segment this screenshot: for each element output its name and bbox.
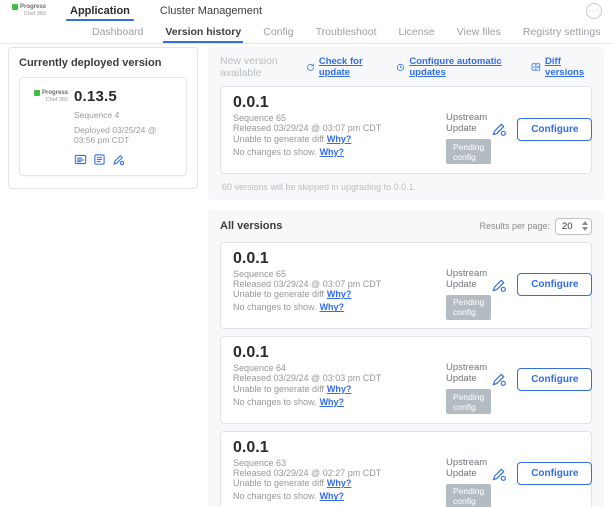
app-logo: Progress Chef 360 bbox=[10, 4, 46, 17]
changes-status-line: No changes to show.Why? bbox=[233, 491, 446, 501]
configure-button[interactable]: Configure bbox=[517, 273, 592, 296]
version-source-label: Upstream Update bbox=[446, 268, 491, 290]
version-released: Released 03/29/24 @ 02:27 pm CDT bbox=[233, 468, 446, 478]
all-versions-panel: All versions Results per page: 20 0.0.1 … bbox=[208, 210, 604, 507]
version-card: 0.0.1 Sequence 65 Released 03/29/24 @ 03… bbox=[220, 86, 592, 174]
subnav-version-history[interactable]: Version history bbox=[161, 21, 245, 43]
diff-why-link[interactable]: Why? bbox=[327, 134, 352, 144]
diff-status-line: Unable to generate diffWhy? bbox=[233, 384, 446, 394]
skip-versions-note: 60 versions will be skipped in upgrading… bbox=[220, 182, 592, 192]
changes-why-link[interactable]: Why? bbox=[320, 147, 345, 157]
version-card: 0.0.1 Sequence 63 Released 03/29/24 @ 02… bbox=[220, 431, 592, 507]
subnav-troubleshoot[interactable]: Troubleshoot bbox=[312, 21, 381, 43]
diff-why-link[interactable]: Why? bbox=[327, 289, 352, 299]
version-released: Released 03/29/24 @ 03:07 pm CDT bbox=[233, 279, 446, 289]
deployed-timestamp: Deployed 03/25/24 @ 03:56 pm CDT bbox=[74, 125, 176, 145]
results-per-page-select[interactable]: 20 bbox=[555, 218, 592, 235]
all-versions-list: 0.0.1 Sequence 65 Released 03/29/24 @ 03… bbox=[220, 242, 592, 507]
overflow-menu-button[interactable]: ··· bbox=[586, 3, 602, 19]
status-badge: Pending config bbox=[446, 139, 491, 164]
changes-status-line: No changes to show.Why? bbox=[233, 302, 446, 312]
version-sequence: Sequence 64 bbox=[233, 363, 446, 373]
ellipsis-icon: ··· bbox=[589, 6, 600, 15]
version-label: 0.0.1 bbox=[233, 344, 446, 361]
configure-button[interactable]: Configure bbox=[517, 462, 592, 485]
results-per-page-value: 20 bbox=[562, 221, 573, 232]
tab-application[interactable]: Application bbox=[66, 0, 134, 21]
status-badge: Pending config bbox=[446, 484, 491, 507]
deployed-version-card: Progress Chef 360 0.13.5 Sequence 4 Depl… bbox=[19, 77, 187, 176]
subnav-config[interactable]: Config bbox=[259, 21, 297, 43]
diff-why-link[interactable]: Why? bbox=[327, 478, 352, 488]
results-per-page: Results per page: 20 bbox=[479, 218, 592, 235]
configure-automatic-updates-link[interactable]: Configure automatic updates bbox=[396, 56, 517, 78]
new-version-card-slot: 0.0.1 Sequence 65 Released 03/29/24 @ 03… bbox=[220, 86, 592, 174]
changes-status-line: No changes to show.Why? bbox=[233, 397, 446, 407]
version-actions: Check for update Configure automatic upd… bbox=[306, 56, 592, 78]
results-per-page-label: Results per page: bbox=[479, 221, 550, 231]
changes-why-link[interactable]: Why? bbox=[320, 491, 345, 501]
changes-why-link[interactable]: Why? bbox=[320, 302, 345, 312]
edit-config-icon[interactable] bbox=[491, 121, 507, 137]
changes-status-line: No changes to show.Why? bbox=[233, 147, 446, 157]
version-history-main: New version available Check for update C… bbox=[208, 47, 604, 507]
version-source-label: Upstream Update bbox=[446, 362, 491, 384]
version-card: 0.0.1 Sequence 65 Released 03/29/24 @ 03… bbox=[220, 242, 592, 330]
version-card: 0.0.1 Sequence 64 Released 03/29/24 @ 03… bbox=[220, 336, 592, 424]
diff-icon bbox=[531, 61, 541, 73]
version-source-label: Upstream Update bbox=[446, 112, 491, 134]
diff-status-line: Unable to generate diffWhy? bbox=[233, 478, 446, 488]
diff-versions-link[interactable]: Diff versions bbox=[531, 56, 592, 78]
subnav-license[interactable]: License bbox=[395, 21, 439, 43]
subnav-dashboard[interactable]: Dashboard bbox=[88, 21, 147, 43]
edit-config-icon[interactable] bbox=[491, 277, 507, 293]
version-label: 0.0.1 bbox=[233, 94, 446, 111]
configure-button[interactable]: Configure bbox=[517, 118, 592, 141]
currently-deployed-title: Currently deployed version bbox=[19, 57, 187, 69]
all-versions-title: All versions bbox=[220, 220, 282, 232]
version-source-label: Upstream Update bbox=[446, 457, 491, 479]
check-for-update-link[interactable]: Check for update bbox=[306, 56, 382, 78]
deployed-version-label: 0.13.5 bbox=[74, 88, 176, 105]
tab-cluster-management[interactable]: Cluster Management bbox=[156, 0, 266, 21]
version-label: 0.0.1 bbox=[233, 250, 446, 267]
version-released: Released 03/29/24 @ 03:03 pm CDT bbox=[233, 373, 446, 383]
version-sequence: Sequence 65 bbox=[233, 113, 446, 123]
logo-brand-text: Progress bbox=[20, 4, 46, 11]
configure-button[interactable]: Configure bbox=[517, 368, 592, 391]
edit-config-icon[interactable] bbox=[491, 371, 507, 387]
schedule-icon bbox=[396, 62, 405, 73]
subnav-registry-settings[interactable]: Registry settings bbox=[519, 21, 605, 43]
refresh-icon bbox=[306, 62, 315, 73]
new-version-title: New version available bbox=[220, 55, 306, 79]
deployed-sequence: Sequence 4 bbox=[74, 110, 176, 120]
status-badge: Pending config bbox=[446, 389, 491, 414]
logo-mark-icon bbox=[12, 4, 18, 10]
version-label: 0.0.1 bbox=[233, 439, 446, 456]
deployed-app-logo: Progress Chef 360 bbox=[30, 88, 68, 166]
edit-config-icon[interactable] bbox=[491, 466, 507, 482]
diff-why-link[interactable]: Why? bbox=[327, 384, 352, 394]
version-sequence: Sequence 63 bbox=[233, 458, 446, 468]
diff-status-line: Unable to generate diffWhy? bbox=[233, 289, 446, 299]
new-version-panel: New version available Check for update C… bbox=[208, 47, 604, 200]
version-sequence: Sequence 65 bbox=[233, 269, 446, 279]
diff-status-line: Unable to generate diffWhy? bbox=[233, 134, 446, 144]
logo-mark-icon bbox=[34, 90, 40, 96]
status-badge: Pending config bbox=[446, 295, 491, 320]
sub-nav: Dashboard Version history Config Trouble… bbox=[0, 21, 612, 44]
view-config-icon[interactable] bbox=[93, 153, 106, 166]
changes-why-link[interactable]: Why? bbox=[320, 397, 345, 407]
top-nav: Progress Chef 360 Application Cluster Ma… bbox=[0, 0, 612, 21]
select-stepper-icon bbox=[582, 221, 588, 231]
version-released: Released 03/29/24 @ 03:07 pm CDT bbox=[233, 123, 446, 133]
subnav-view-files[interactable]: View files bbox=[453, 21, 505, 43]
page-content: Currently deployed version Progress Chef… bbox=[0, 44, 612, 507]
app-tabs: Application Cluster Management bbox=[66, 0, 288, 21]
release-notes-icon[interactable] bbox=[74, 153, 87, 166]
edit-config-icon[interactable] bbox=[112, 153, 125, 166]
logo-product-text: Chef 360 bbox=[10, 11, 46, 17]
currently-deployed-panel: Currently deployed version Progress Chef… bbox=[8, 47, 198, 189]
